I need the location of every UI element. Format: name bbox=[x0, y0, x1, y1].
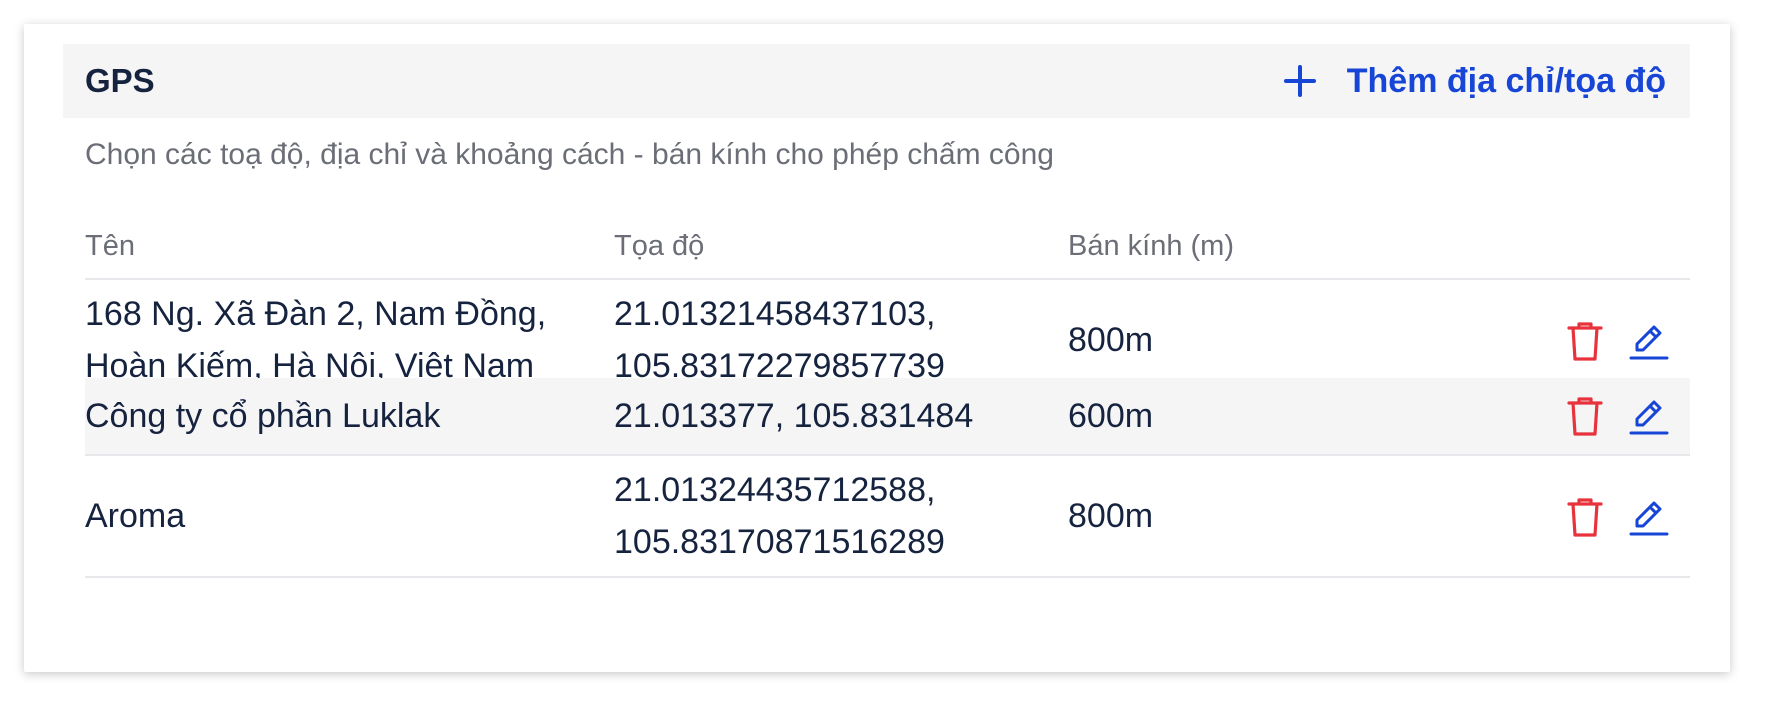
row-coordinates: 21.01321458437103, 105.83172279857739 bbox=[614, 295, 945, 385]
pencil-icon bbox=[1629, 501, 1669, 536]
add-location-button[interactable]: Thêm địa chỉ/tọa độ bbox=[1283, 62, 1666, 101]
gps-header: GPS Thêm địa chỉ/tọa độ bbox=[63, 44, 1690, 118]
edit-button[interactable] bbox=[1627, 317, 1671, 365]
add-location-label: Thêm địa chỉ/tọa độ bbox=[1346, 61, 1666, 100]
delete-button[interactable] bbox=[1563, 317, 1607, 365]
row-name: Aroma bbox=[85, 497, 186, 535]
row-name: Công ty cổ phần Luklak bbox=[85, 397, 441, 435]
trash-icon bbox=[1567, 498, 1603, 537]
table-row: Aroma 21.01324435712588, 105.83170871516… bbox=[85, 456, 1690, 576]
edit-button[interactable] bbox=[1627, 493, 1671, 541]
row-coordinates: 21.013377, 105.831484 bbox=[614, 397, 974, 435]
delete-button[interactable] bbox=[1563, 493, 1607, 541]
column-header-coordinates: Tọa độ bbox=[614, 230, 705, 262]
edit-button[interactable] bbox=[1627, 392, 1671, 440]
pencil-icon bbox=[1629, 400, 1669, 435]
trash-icon bbox=[1567, 322, 1603, 361]
gps-settings-card: GPS Thêm địa chỉ/tọa độ Chọn các toạ độ,… bbox=[24, 24, 1730, 672]
plus-icon bbox=[1283, 65, 1316, 97]
row-radius: 800m bbox=[1068, 321, 1154, 359]
pencil-icon bbox=[1629, 325, 1669, 360]
delete-button[interactable] bbox=[1563, 392, 1607, 440]
column-header-name: Tên bbox=[85, 230, 135, 262]
trash-icon bbox=[1567, 397, 1603, 436]
row-radius: 800m bbox=[1068, 497, 1154, 535]
row-radius: 600m bbox=[1068, 397, 1154, 435]
table-row: Công ty cổ phần Luklak 21.013377, 105.83… bbox=[85, 378, 1690, 454]
row-coordinates: 21.01324435712588, 105.83170871516289 bbox=[614, 471, 945, 561]
gps-description: Chọn các toạ độ, địa chỉ và khoảng cách … bbox=[85, 138, 1054, 171]
page-title: GPS bbox=[85, 62, 155, 99]
row-name: 168 Ng. Xã Đàn 2, Nam Đồng, Hoàn Kiếm, H… bbox=[85, 295, 547, 385]
table-divider bbox=[85, 576, 1690, 578]
column-header-radius: Bán kính (m) bbox=[1068, 230, 1234, 262]
